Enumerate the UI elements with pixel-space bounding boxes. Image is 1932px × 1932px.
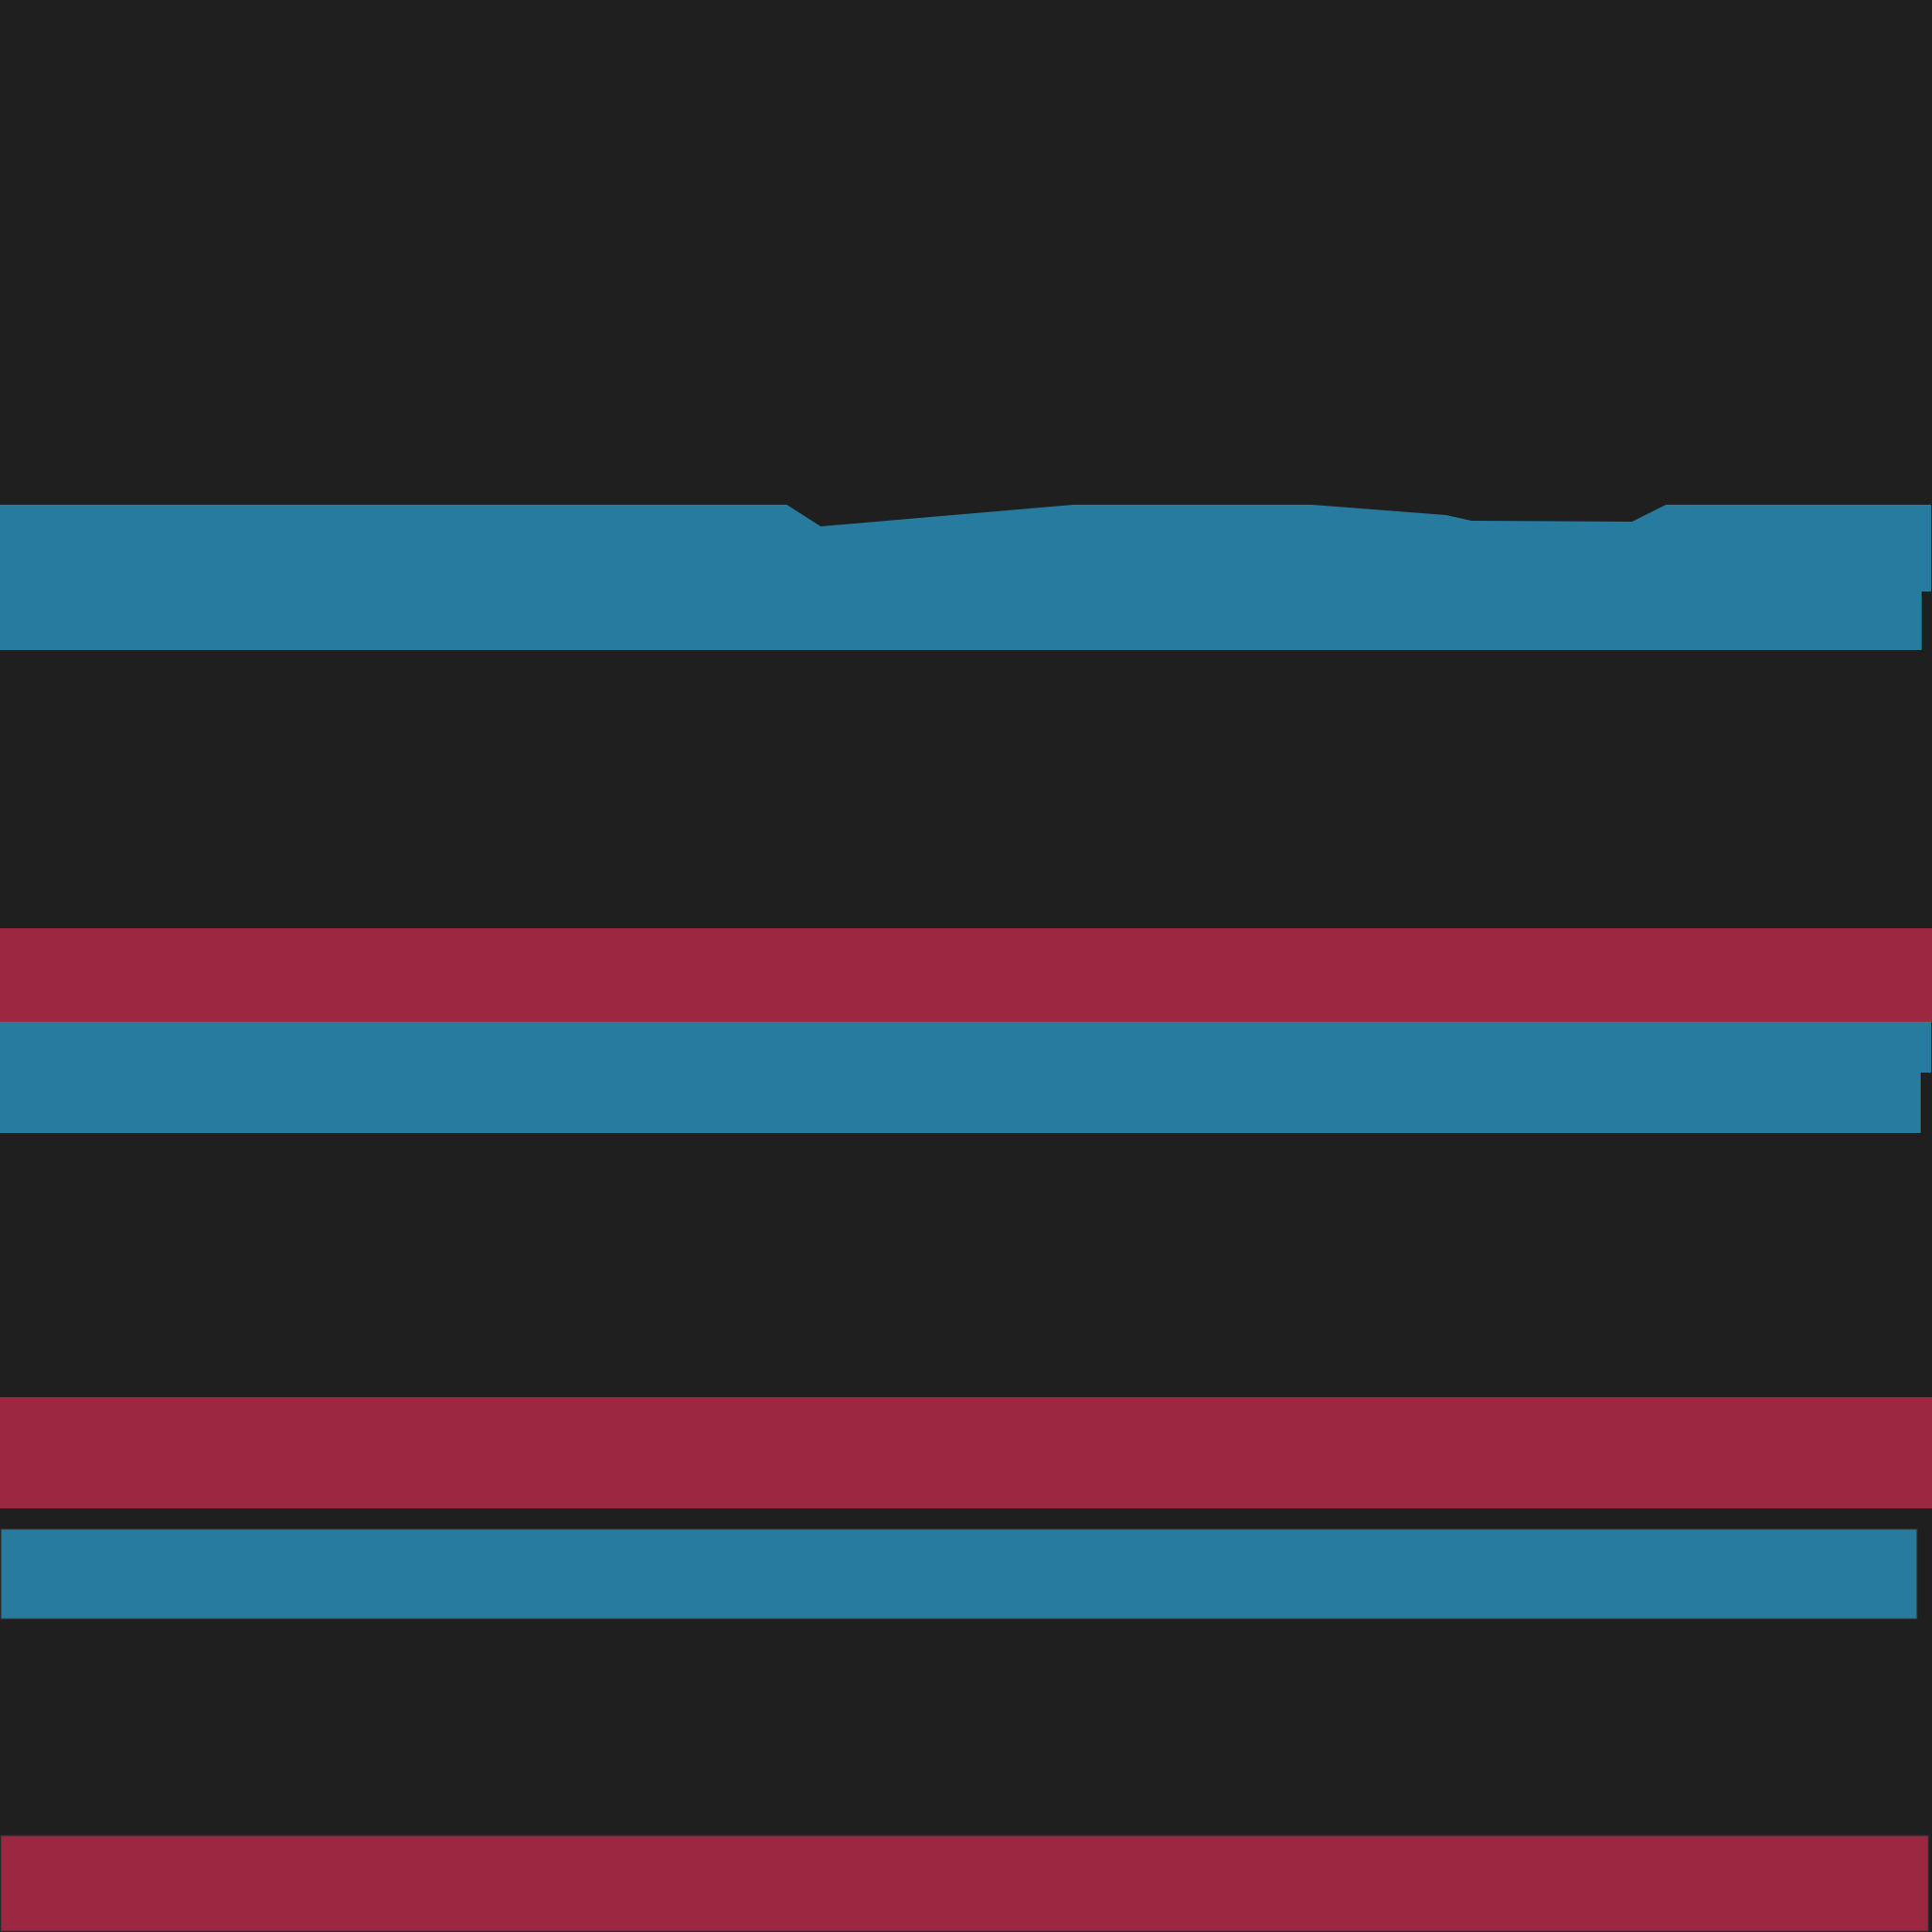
- red-band-3: [0, 1835, 1929, 1932]
- red-band-1: [0, 928, 1932, 1023]
- red-band-2: [0, 1397, 1932, 1508]
- blue-band-3: [0, 1528, 1918, 1620]
- stripes-canvas: [0, 0, 1932, 1932]
- blue-band-2: [0, 1022, 1931, 1133]
- blue-band-1: [0, 505, 1931, 650]
